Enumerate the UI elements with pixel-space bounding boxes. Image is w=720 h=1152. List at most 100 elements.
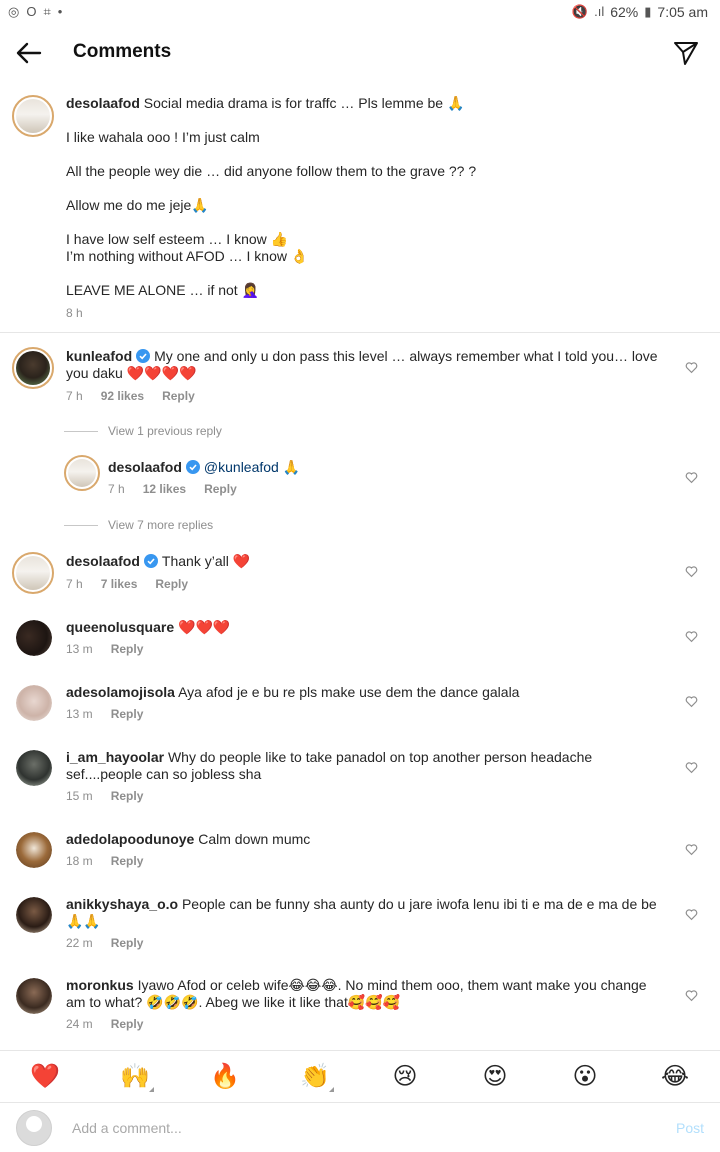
reply-button[interactable]: Reply <box>111 789 144 803</box>
verified-badge-icon <box>185 460 200 474</box>
skin-tone-indicator-icon <box>329 1087 334 1092</box>
emoji-crying-button[interactable]: 😢 <box>360 1051 450 1102</box>
emoji-fire-button[interactable]: 🔥 <box>180 1051 270 1102</box>
like-heart-icon[interactable] <box>685 471 698 484</box>
avatar[interactable] <box>16 832 52 868</box>
emoji-heart-eyes-button[interactable]: 😍 <box>450 1051 540 1102</box>
like-heart-icon[interactable] <box>685 565 698 578</box>
emoji-raised-hands-button[interactable]: 🙌 <box>90 1051 180 1102</box>
avatar[interactable] <box>12 95 54 137</box>
avatar[interactable] <box>16 978 52 1014</box>
comment-body: Why do people like to take panadol on to… <box>167 749 593 765</box>
comment-item: kunleafod My one and only u don pass this… <box>0 340 720 410</box>
comment-username[interactable]: desolaafod <box>66 553 140 569</box>
comment-username[interactable]: i_am_hayoolar <box>66 749 164 765</box>
comment-username[interactable]: adedolapoodunoye <box>66 831 194 847</box>
caption-time: 8 h <box>66 306 83 320</box>
avatar[interactable] <box>16 620 52 656</box>
post-caption: desolaafod Social media drama is for tra… <box>0 88 720 333</box>
avatar[interactable] <box>12 347 54 389</box>
comment-meta: 13 m Reply <box>66 707 143 721</box>
comment-username[interactable]: anikkyshaya_o.o <box>66 896 178 912</box>
view-more-label[interactable]: View 7 more replies <box>108 518 213 532</box>
comment-body: am to what? 🤣🤣🤣. Abeg we like it like th… <box>66 994 401 1010</box>
send-icon[interactable] <box>672 39 700 67</box>
heart-eyes-emoji-icon: 😍 <box>482 1063 508 1090</box>
caption-line: I’m nothing without AFOD … I know 👌 <box>66 248 309 264</box>
comment-username[interactable]: queenolusquare <box>66 619 174 635</box>
view-previous-reply[interactable]: View 1 previous reply <box>64 424 222 438</box>
comment-meta: 7 h 7 likes Reply <box>66 577 188 591</box>
view-previous-label[interactable]: View 1 previous reply <box>108 424 222 438</box>
reply-item: desolaafod @kunleafod 🙏 7 h 12 likes Reply <box>0 452 720 507</box>
mention-link[interactable]: @kunleafod <box>204 459 279 475</box>
avatar[interactable] <box>16 750 52 786</box>
comment-item: desolaafod Thank y’all ❤️ 7 h 7 likes Reply <box>0 546 720 604</box>
comment-item: adesolamojisola Aya afod je e bu re pls … <box>0 677 720 735</box>
reply-button[interactable]: Reply <box>111 854 144 868</box>
comment-time: 18 m <box>66 854 93 868</box>
comment-time: 7 h <box>108 482 125 496</box>
like-heart-icon[interactable] <box>685 761 698 774</box>
reply-button[interactable]: Reply <box>111 1017 144 1031</box>
opera-icon: O <box>26 4 37 19</box>
comment-item: moronkus Iyawo Afod or celeb wife😂😂😂. No… <box>0 970 720 1045</box>
comment-composer: Post <box>0 1102 720 1152</box>
emoji-surprised-button[interactable]: 😮 <box>540 1051 630 1102</box>
comment-username[interactable]: kunleafod <box>66 348 132 364</box>
comment-item: adedolapoodunoye Calm down mumc 18 m Repl… <box>0 824 720 882</box>
comment-username[interactable]: moronkus <box>66 977 134 993</box>
like-heart-icon[interactable] <box>685 843 698 856</box>
comment-text: desolaafod Thank y’all ❤️ <box>66 553 676 570</box>
comment-item: queenolusquare ❤️❤️❤️ 13 m Reply <box>0 612 720 670</box>
reply-button[interactable]: Reply <box>155 577 188 591</box>
comment-text: adedolapoodunoye Calm down mumc <box>66 831 676 848</box>
comment-time: 13 m <box>66 707 93 721</box>
emoji-heart-button[interactable]: ❤️ <box>0 1051 90 1102</box>
raised-hands-emoji-icon: 🙌 <box>120 1063 150 1090</box>
view-more-replies[interactable]: View 7 more replies <box>64 518 213 532</box>
clap-emoji-icon: 👏 <box>300 1063 330 1090</box>
post-button[interactable]: Post <box>676 1120 704 1136</box>
caption-line: Allow me do me jeje🙏 <box>66 197 209 213</box>
emoji-clap-button[interactable]: 👏 <box>270 1051 360 1102</box>
comment-time: 13 m <box>66 642 93 656</box>
comment-time: 7 h <box>66 389 83 403</box>
comment-input[interactable] <box>72 1115 632 1141</box>
battery-percent: 62% <box>610 4 639 20</box>
likes-count[interactable]: 92 likes <box>101 389 144 403</box>
like-heart-icon[interactable] <box>685 989 698 1002</box>
like-heart-icon[interactable] <box>685 908 698 921</box>
clock: 7:05 am <box>657 4 708 20</box>
back-arrow-icon[interactable] <box>14 38 44 68</box>
like-heart-icon[interactable] <box>685 361 698 374</box>
likes-count[interactable]: 12 likes <box>143 482 186 496</box>
avatar[interactable] <box>12 552 54 594</box>
comment-text: moronkus Iyawo Afod or celeb wife😂😂😂. No… <box>66 977 676 1011</box>
comment-username[interactable]: desolaafod <box>108 459 182 475</box>
avatar[interactable] <box>16 685 52 721</box>
battery-icon: ▮ <box>644 4 652 19</box>
crying-emoji-icon: 😢 <box>392 1063 418 1090</box>
comment-username[interactable]: adesolamojisola <box>66 684 175 700</box>
comment-text: kunleafod My one and only u don pass this… <box>66 348 676 382</box>
reply-button[interactable]: Reply <box>111 936 144 950</box>
comment-text: anikkyshaya_o.o People can be funny sha … <box>66 896 676 930</box>
avatar[interactable] <box>64 455 100 491</box>
likes-count[interactable]: 7 likes <box>101 577 138 591</box>
reply-button[interactable]: Reply <box>162 389 195 403</box>
reply-button[interactable]: Reply <box>111 707 144 721</box>
divider <box>64 430 98 432</box>
comment-meta: 13 m Reply <box>66 642 143 656</box>
like-heart-icon[interactable] <box>685 695 698 708</box>
avatar[interactable] <box>16 897 52 933</box>
comment-meta: 18 m Reply <box>66 854 143 868</box>
like-heart-icon[interactable] <box>685 630 698 643</box>
emoji-laughing-button[interactable]: 😂 <box>630 1051 720 1102</box>
laughing-emoji-icon: 😂 <box>660 1063 690 1090</box>
comment-item: anikkyshaya_o.o People can be funny sha … <box>0 889 720 964</box>
reply-button[interactable]: Reply <box>204 482 237 496</box>
reply-button[interactable]: Reply <box>111 642 144 656</box>
caption-username[interactable]: desolaafod <box>66 95 140 111</box>
comment-time: 7 h <box>66 577 83 591</box>
